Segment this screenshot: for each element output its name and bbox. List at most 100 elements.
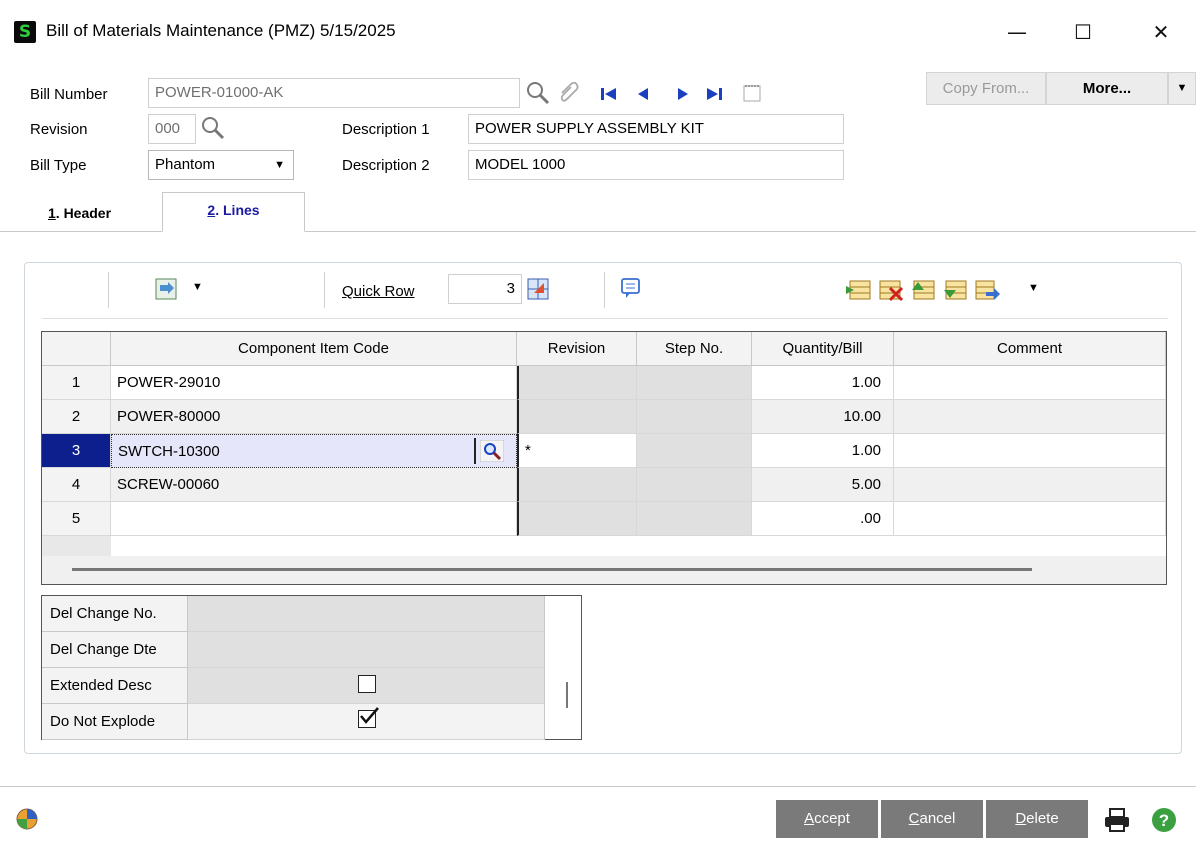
comment-cell[interactable] bbox=[894, 366, 1166, 400]
more-button[interactable]: More... bbox=[1046, 72, 1168, 105]
copy-from-button[interactable]: Copy From... bbox=[926, 72, 1046, 105]
grid-options-dropdown-icon[interactable]: ▼ bbox=[192, 281, 203, 293]
accept-key: A bbox=[804, 810, 815, 827]
quick-row-input[interactable]: 3 bbox=[448, 274, 522, 304]
bill-type-label: Bill Type bbox=[30, 157, 87, 174]
revision-input[interactable]: 000 bbox=[148, 114, 196, 144]
bill-type-select[interactable]: Phantom ▼ bbox=[148, 150, 294, 180]
tab-header[interactable]: 1. Header bbox=[48, 205, 111, 221]
comment-icon[interactable] bbox=[620, 277, 642, 301]
move-row-down-icon[interactable] bbox=[942, 278, 968, 302]
horizontal-scrollbar[interactable] bbox=[72, 568, 1032, 571]
column-header-quantity[interactable]: Quantity/Bill bbox=[752, 332, 894, 366]
insert-row-icon[interactable] bbox=[846, 278, 872, 302]
accept-button[interactable]: Accept bbox=[776, 800, 878, 838]
revision-cell[interactable]: * bbox=[517, 434, 637, 468]
description1-input[interactable]: POWER SUPPLY ASSEMBLY KIT bbox=[468, 114, 844, 144]
item-code-cell[interactable]: POWER-29010 bbox=[111, 366, 517, 400]
comment-cell[interactable] bbox=[894, 468, 1166, 502]
step-no-cell[interactable] bbox=[637, 468, 752, 502]
revision-label: Revision bbox=[30, 121, 88, 138]
previous-record-icon[interactable] bbox=[636, 86, 650, 102]
quantity-cell[interactable]: 1.00 bbox=[752, 434, 894, 468]
quantity-cell[interactable]: .00 bbox=[752, 502, 894, 536]
row-number[interactable]: 1 bbox=[42, 366, 111, 400]
column-header-step-no[interactable]: Step No. bbox=[637, 332, 752, 366]
help-icon[interactable]: ? bbox=[1150, 806, 1178, 834]
revision-cell[interactable] bbox=[517, 366, 637, 400]
revision-cell[interactable] bbox=[517, 468, 637, 502]
row-number[interactable]: 5 bbox=[42, 502, 111, 536]
description2-input[interactable]: MODEL 1000 bbox=[468, 150, 844, 180]
delete-row-icon[interactable] bbox=[878, 278, 904, 302]
item-code-cell[interactable]: POWER-80000 bbox=[111, 400, 517, 434]
quantity-cell[interactable]: 1.00 bbox=[752, 366, 894, 400]
del-change-no-value[interactable] bbox=[188, 596, 544, 632]
revision-cell[interactable] bbox=[517, 400, 637, 434]
row-options-dropdown-icon[interactable]: ▼ bbox=[1028, 282, 1039, 294]
quantity-cell[interactable]: 10.00 bbox=[752, 400, 894, 434]
item-code-cell[interactable]: SCREW-00060 bbox=[111, 468, 517, 502]
step-no-cell[interactable] bbox=[637, 366, 752, 400]
del-change-dte-label: Del Change Dte bbox=[42, 632, 188, 668]
column-header-comment[interactable]: Comment bbox=[894, 332, 1166, 366]
cancel-button[interactable]: Cancel bbox=[881, 800, 983, 838]
comment-cell[interactable] bbox=[894, 434, 1166, 468]
workstation-info-icon[interactable] bbox=[14, 806, 40, 832]
delete-key: D bbox=[1015, 810, 1027, 827]
column-header-item-code[interactable]: Component Item Code bbox=[111, 332, 517, 366]
column-header-revision[interactable]: Revision bbox=[517, 332, 637, 366]
step-no-cell[interactable] bbox=[637, 400, 752, 434]
last-record-icon[interactable] bbox=[705, 86, 723, 102]
next-record-icon[interactable] bbox=[676, 86, 690, 102]
close-button[interactable]: ✕ bbox=[1138, 14, 1184, 50]
grid-options-icon[interactable] bbox=[154, 277, 180, 303]
row-number[interactable]: 2 bbox=[42, 400, 111, 434]
delete-button[interactable]: Delete bbox=[986, 800, 1088, 838]
step-no-cell[interactable] bbox=[637, 434, 752, 468]
del-change-dte-value[interactable] bbox=[188, 632, 544, 668]
do-not-explode-checkbox[interactable] bbox=[358, 707, 379, 728]
extended-desc-checkbox[interactable] bbox=[358, 675, 376, 693]
first-record-icon[interactable] bbox=[600, 86, 618, 102]
table-row-selected[interactable]: 3 SWTCH-10300 * 1.00 bbox=[42, 434, 1166, 468]
tab-lines-label: . Lines bbox=[215, 202, 260, 218]
paperclip-icon[interactable] bbox=[557, 81, 581, 105]
description2-label: Description 2 bbox=[342, 157, 430, 174]
window-title: Bill of Materials Maintenance (PMZ) 5/15… bbox=[46, 21, 396, 40]
detail-grid: Del Change No. Del Change Dte Extended D… bbox=[41, 595, 582, 740]
more-dropdown-icon[interactable]: ▼ bbox=[1168, 72, 1196, 105]
search-icon[interactable] bbox=[525, 80, 551, 106]
comment-cell[interactable] bbox=[894, 502, 1166, 536]
row-number[interactable]: 4 bbox=[42, 468, 111, 502]
row-options-icon[interactable] bbox=[974, 278, 1000, 302]
row-number[interactable]: 3 bbox=[42, 434, 111, 468]
item-code-cell-editing[interactable]: SWTCH-10300 bbox=[111, 434, 517, 468]
memo-icon[interactable] bbox=[742, 83, 762, 103]
maximize-button[interactable]: ☐ bbox=[1060, 14, 1106, 50]
table-row[interactable]: 2 POWER-80000 10.00 bbox=[42, 400, 1166, 434]
tab-header-key: 1 bbox=[48, 205, 56, 221]
quick-row-go-icon[interactable] bbox=[526, 277, 550, 301]
printer-icon[interactable] bbox=[1102, 806, 1132, 834]
del-change-no-label: Del Change No. bbox=[42, 596, 188, 632]
quantity-cell[interactable]: 5.00 bbox=[752, 468, 894, 502]
table-row[interactable]: 5 .00 bbox=[42, 502, 1166, 536]
item-lookup-icon[interactable] bbox=[480, 440, 504, 462]
revision-cell[interactable] bbox=[517, 502, 637, 536]
minimize-button[interactable]: — bbox=[994, 14, 1040, 50]
revision-lookup-icon[interactable] bbox=[200, 115, 226, 141]
do-not-explode-label: Do Not Explode bbox=[42, 704, 188, 740]
table-row[interactable]: 4 SCREW-00060 5.00 bbox=[42, 468, 1166, 502]
move-row-up-icon[interactable] bbox=[910, 278, 936, 302]
vertical-scrollbar[interactable] bbox=[566, 682, 568, 708]
bill-type-value: Phantom bbox=[155, 156, 216, 173]
step-no-cell[interactable] bbox=[637, 502, 752, 536]
table-row[interactable]: 1 POWER-29010 1.00 bbox=[42, 366, 1166, 400]
comment-cell[interactable] bbox=[894, 400, 1166, 434]
bill-number-input[interactable]: POWER-01000-AK bbox=[148, 78, 520, 108]
item-code-cell[interactable] bbox=[111, 502, 517, 536]
delete-label: elete bbox=[1026, 810, 1059, 827]
toolbar-separator bbox=[324, 272, 325, 308]
tab-lines[interactable]: 2. Lines bbox=[162, 192, 305, 232]
